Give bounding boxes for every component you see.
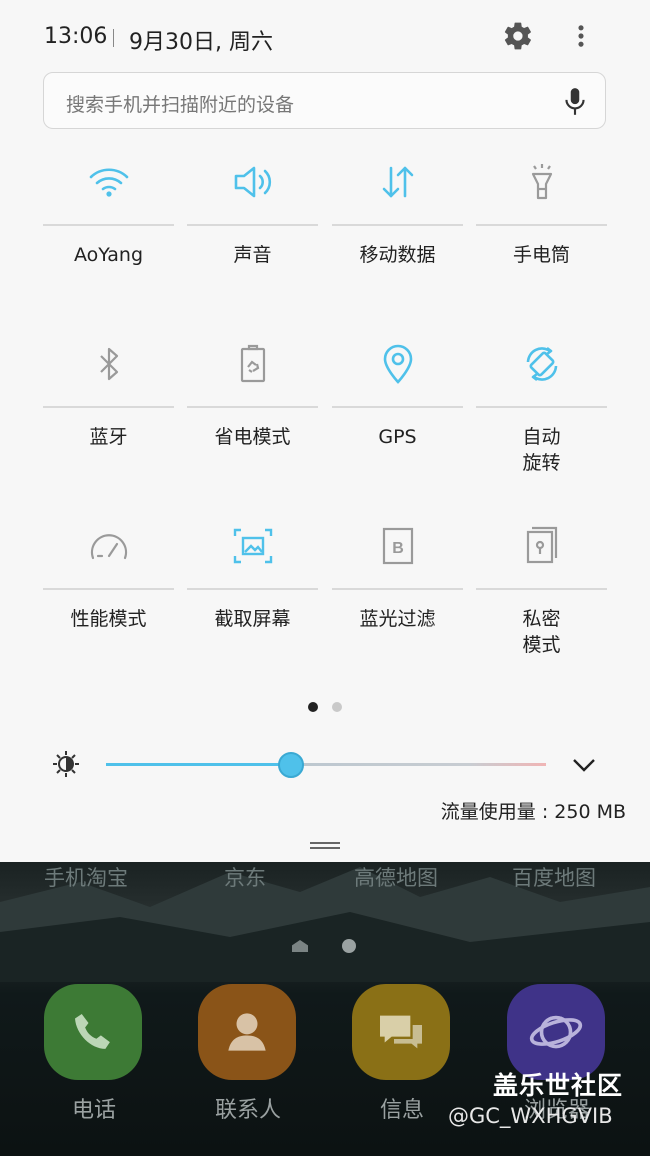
tile-label: 手电筒 xyxy=(512,244,570,266)
gear-icon[interactable] xyxy=(502,20,534,52)
tile-divider xyxy=(332,224,463,226)
tile-divider xyxy=(476,224,607,226)
tile-divider xyxy=(187,588,318,590)
tile-label: 性能模式 xyxy=(70,608,147,630)
location-icon xyxy=(332,324,463,404)
tile-auto-rotate[interactable]: 自动 旋转 xyxy=(476,324,607,494)
tile-gps[interactable]: GPS xyxy=(332,324,463,494)
date-label: 9月30日, 周六 xyxy=(129,30,273,55)
auto-rotate-icon xyxy=(476,324,607,404)
quick-settings-panel: 13:06 9月30日, 周六 搜索手机并扫描附近的设备 AoYang 声音 移… xyxy=(0,0,650,862)
home-page-indicator xyxy=(0,938,650,954)
tile-divider xyxy=(43,588,174,590)
tile-label: 私密 模式 xyxy=(522,608,561,656)
tile-label: AoYang xyxy=(73,244,144,266)
home-app-label[interactable]: 手机淘宝 xyxy=(44,862,128,892)
tile-label: 蓝光过滤 xyxy=(359,608,436,630)
tile-label: 蓝牙 xyxy=(89,426,128,448)
tile-power-saving[interactable]: 省电模式 xyxy=(187,324,318,494)
tile-label: GPS xyxy=(378,426,417,448)
tile-divider xyxy=(332,406,463,408)
tile-private-mode[interactable]: 私密 模式 xyxy=(476,506,607,676)
dock-app-label: 联系人 xyxy=(214,1098,281,1123)
volume-icon xyxy=(187,142,318,222)
tile-divider xyxy=(187,406,318,408)
microphone-icon[interactable] xyxy=(562,86,588,118)
home-page-dot[interactable] xyxy=(342,939,356,953)
tile-label: 省电模式 xyxy=(214,426,291,448)
brightness-icon xyxy=(50,748,82,780)
tile-divider xyxy=(187,224,318,226)
messages-icon[interactable] xyxy=(352,984,450,1080)
private-mode-icon xyxy=(476,506,607,586)
home-page-icon[interactable] xyxy=(292,940,308,952)
tile-divider xyxy=(43,224,174,226)
power-saving-icon xyxy=(187,324,318,404)
home-app-label[interactable]: 百度地图 xyxy=(512,862,596,892)
tile-sound[interactable]: 声音 xyxy=(187,142,318,312)
mobile-data-icon xyxy=(332,142,463,222)
tile-blue-light-filter[interactable]: B 蓝光过滤 xyxy=(332,506,463,676)
tile-label: 截取屏幕 xyxy=(214,608,291,630)
tile-bluetooth[interactable]: 蓝牙 xyxy=(43,324,174,494)
bluetooth-icon xyxy=(43,324,174,404)
page-indicator xyxy=(0,702,650,714)
tile-divider xyxy=(476,406,607,408)
home-app-labels-row: 手机淘宝 京东 高德地图 百度地图 xyxy=(0,862,650,892)
dock-app-phone[interactable]: 电话 xyxy=(44,984,144,1134)
screenshot-icon xyxy=(187,506,318,586)
drag-handle[interactable] xyxy=(310,842,340,852)
slider-fill xyxy=(106,763,291,766)
page-dot-active[interactable] xyxy=(308,702,318,712)
watermark-title: 盖乐世社区 xyxy=(493,1071,624,1100)
brightness-slider[interactable] xyxy=(106,752,546,778)
chevron-down-icon[interactable] xyxy=(570,752,598,778)
flashlight-icon xyxy=(476,142,607,222)
tile-flashlight[interactable]: 手电筒 xyxy=(476,142,607,312)
tile-divider xyxy=(476,588,607,590)
performance-icon xyxy=(43,506,174,586)
phone-icon[interactable] xyxy=(44,984,142,1080)
slider-track xyxy=(291,763,546,766)
wifi-icon xyxy=(43,142,174,222)
home-app-label[interactable]: 高德地图 xyxy=(354,862,438,892)
tile-mobile-data[interactable]: 移动数据 xyxy=(332,142,463,312)
tile-screenshot[interactable]: 截取屏幕 xyxy=(187,506,318,676)
tile-divider xyxy=(332,588,463,590)
blue-light-filter-icon: B xyxy=(332,506,463,586)
tile-performance-mode[interactable]: 性能模式 xyxy=(43,506,174,676)
svg-text:B: B xyxy=(392,540,404,557)
watermark-handle: @GC_WXHGVIB xyxy=(448,1104,613,1128)
tile-divider xyxy=(43,406,174,408)
status-separator xyxy=(113,29,114,47)
dock-app-messages[interactable]: 信息 xyxy=(352,984,452,1134)
clock: 13:06 xyxy=(44,24,108,49)
search-bar[interactable]: 搜索手机并扫描附近的设备 xyxy=(43,72,606,129)
dock-app-contacts[interactable]: 联系人 xyxy=(198,984,298,1134)
status-bar: 13:06 9月30日, 周六 xyxy=(0,0,650,72)
contacts-icon[interactable] xyxy=(198,984,296,1080)
slider-thumb[interactable] xyxy=(278,752,304,778)
search-input[interactable]: 搜索手机并扫描附近的设备 xyxy=(66,90,294,117)
tile-wifi[interactable]: AoYang xyxy=(43,142,174,312)
data-usage-label: 流量使用量 : 250 MB xyxy=(440,801,626,823)
tile-label: 自动 旋转 xyxy=(522,426,561,474)
page-dot[interactable] xyxy=(332,702,342,712)
tile-label: 移动数据 xyxy=(359,244,436,266)
tile-label: 声音 xyxy=(233,244,272,266)
more-options-icon[interactable] xyxy=(567,20,595,52)
dock-app-label: 信息 xyxy=(379,1098,424,1123)
quick-tiles-grid: AoYang 声音 移动数据 手电筒 蓝牙 省电模式 GPS 自动 旋转 性能模… xyxy=(43,142,607,682)
dock-app-label: 电话 xyxy=(71,1098,116,1123)
home-app-label[interactable]: 京东 xyxy=(224,862,266,892)
